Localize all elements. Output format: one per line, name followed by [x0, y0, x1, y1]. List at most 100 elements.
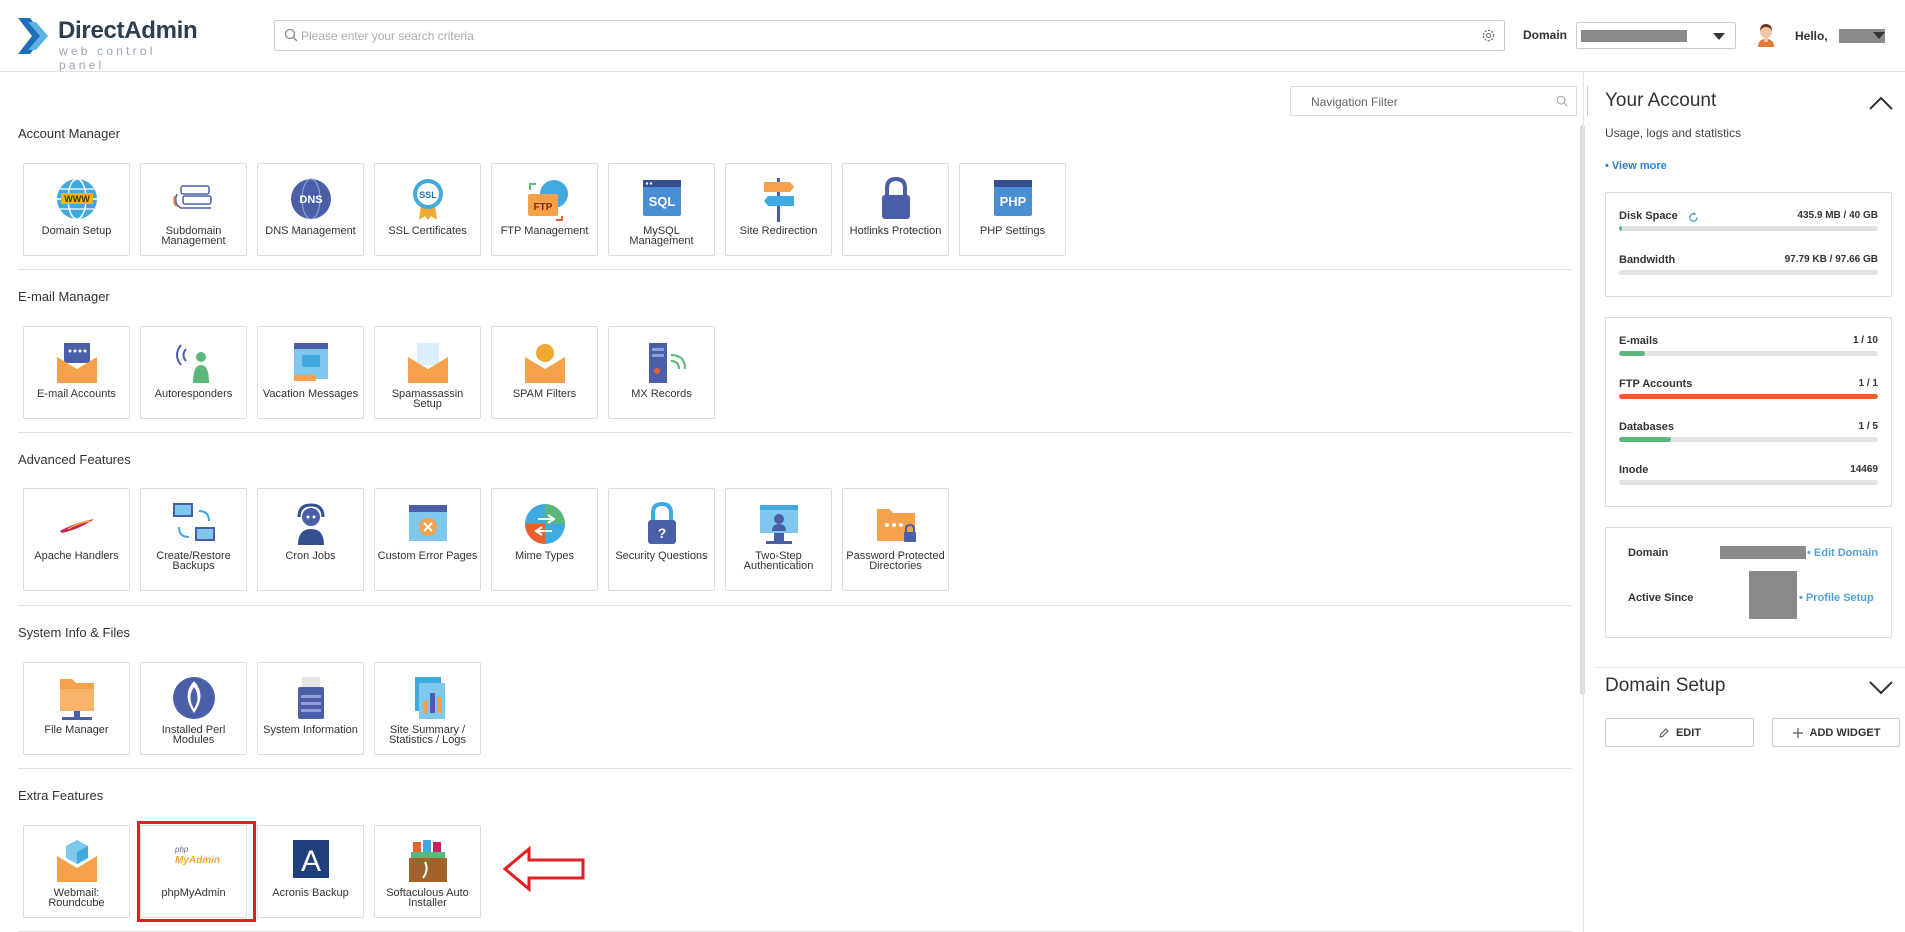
global-search[interactable]	[274, 20, 1505, 51]
broadcast-person-icon	[176, 344, 209, 383]
mysql-window-icon: SQL	[643, 180, 681, 216]
your-account-subtitle: Usage, logs and statistics	[1605, 126, 1742, 140]
stat-value: 1 / 5	[1858, 421, 1878, 432]
tile-autoresponders[interactable]: Autoresponders	[140, 326, 247, 419]
edit-widgets-button[interactable]: EDIT	[1605, 718, 1754, 747]
stat-name: Bandwidth	[1619, 254, 1676, 266]
tile-create-restore-backups[interactable]: Create/Restore Backups	[140, 488, 247, 591]
stat-name: FTP Accounts	[1619, 378, 1693, 390]
tile-spam-filters[interactable]: SPAM Filters	[491, 326, 598, 419]
tile-label: System Information	[263, 724, 358, 736]
tile-apache-handlers[interactable]: Apache Handlers	[23, 488, 130, 591]
user-menu-chevron-icon[interactable]	[1873, 32, 1885, 39]
gear-icon[interactable]	[1481, 28, 1496, 43]
view-more-link[interactable]: • View more	[1605, 160, 1667, 172]
section-account-manager: Account Manager WWW Domain Setup Subdoma…	[18, 123, 1572, 270]
section-title: System Info & Files	[18, 625, 130, 640]
perl-onion-icon	[173, 677, 215, 719]
tile-label: Softaculous Auto Installer	[386, 887, 469, 909]
user-avatar-icon[interactable]	[1755, 22, 1777, 48]
chevron-up-icon[interactable]	[1869, 96, 1893, 110]
right-panel: Your Account Usage, logs and statistics …	[1595, 73, 1905, 932]
navigation-filter[interactable]	[1290, 86, 1577, 116]
phpmyadmin-highlight-box	[137, 821, 256, 922]
tile-email-accounts[interactable]: E-mail Accounts	[23, 326, 130, 419]
tile-php-settings[interactable]: PHP PHP Settings	[959, 163, 1066, 256]
divider	[1595, 667, 1905, 668]
tile-subdomain-management[interactable]: Subdomain Management	[140, 163, 247, 256]
tile-label: Acronis Backup	[272, 887, 349, 899]
databases-fill	[1619, 437, 1671, 442]
tile-ftp-management[interactable]: FTP FTP Management	[491, 163, 598, 256]
tile-mysql-management[interactable]: SQL MySQL Management	[608, 163, 715, 256]
tile-label: Hotlinks Protection	[849, 225, 942, 237]
section-title: Extra Features	[18, 788, 104, 803]
directadmin-logo[interactable]: DirectAdmin web control panel	[18, 16, 198, 72]
search-input[interactable]	[301, 24, 1461, 47]
tile-dns-management[interactable]: DNS DNS Management	[257, 163, 364, 256]
usage-card-storage: Disk Space 435.9 MB / 40 GB Bandwidth 97…	[1605, 192, 1892, 297]
tile-hotlinks-protection[interactable]: Hotlinks Protection	[842, 163, 949, 256]
roundcube-icon	[57, 840, 97, 882]
domain-setup-title: Domain Setup	[1605, 675, 1726, 696]
domain-label: Domain	[1523, 28, 1568, 42]
domain-select[interactable]	[1576, 22, 1736, 49]
tile-custom-error-pages[interactable]: Custom Error Pages	[374, 488, 481, 591]
tile-mime-types[interactable]: Mime Types	[491, 488, 598, 591]
mime-circle-icon	[525, 504, 565, 544]
navigation-filter-input[interactable]	[1311, 91, 1541, 112]
tile-label: Autoresponders	[154, 388, 233, 400]
tile-domain-setup[interactable]: WWW Domain Setup	[23, 163, 130, 256]
tile-label: Cron Jobs	[285, 550, 336, 562]
bandwidth-bar	[1619, 270, 1878, 275]
redacted-domain-name	[1720, 546, 1806, 559]
tile-vacation-messages[interactable]: Vacation Messages	[257, 326, 364, 419]
refresh-icon[interactable]	[1688, 212, 1699, 223]
tile-password-protected-directories[interactable]: Password Protected Directories	[842, 488, 949, 591]
printer-server-icon	[298, 677, 324, 719]
user-greeting[interactable]: Hello,	[1795, 29, 1828, 43]
message-window-icon	[294, 343, 328, 381]
filter-search-icon	[1556, 95, 1568, 107]
tile-cron-jobs[interactable]: Cron Jobs	[257, 488, 364, 591]
tile-ssl-certificates[interactable]: SSL SSL Certificates	[374, 163, 481, 256]
logo-chevron-icon	[18, 18, 48, 54]
your-account-title: Your Account	[1605, 90, 1717, 111]
active-since-label: Active Since	[1628, 592, 1694, 604]
ftp-text: FTP	[534, 202, 553, 213]
tile-mx-records[interactable]: MX Records	[608, 326, 715, 419]
stat-value: 1 / 1	[1858, 378, 1878, 389]
add-widget-button[interactable]: ADD WIDGET	[1772, 718, 1900, 747]
tile-system-information[interactable]: System Information	[257, 662, 364, 755]
edit-domain-link[interactable]: • Edit Domain	[1807, 547, 1878, 559]
folder-icon	[60, 679, 94, 720]
tile-softaculous-auto-installer[interactable]: Softaculous Auto Installer	[374, 825, 481, 918]
stat-name: Inode	[1619, 464, 1649, 476]
tile-acronis-backup[interactable]: A Acronis Backup	[257, 825, 364, 918]
tile-spamassassin-setup[interactable]: Spamassassin Setup	[374, 326, 481, 419]
tile-file-manager[interactable]: File Manager	[23, 662, 130, 755]
tile-webmail-roundcube[interactable]: Webmail: Roundcube	[23, 825, 130, 918]
envelope-letter-icon	[408, 343, 448, 383]
statistics-document-icon	[415, 677, 445, 719]
tile-site-redirection[interactable]: Site Redirection	[725, 163, 832, 256]
tile-installed-perl-modules[interactable]: Installed Perl Modules	[140, 662, 247, 755]
tile-label: FTP Management	[500, 225, 589, 237]
section-advanced-features: Advanced Features Apache Handlers Create…	[18, 449, 1572, 606]
www-text: WWW	[64, 194, 90, 204]
tile-two-step-authentication[interactable]: Two-Step Authentication	[725, 488, 832, 591]
disk-space-fill	[1619, 226, 1622, 231]
pencil-icon	[1659, 727, 1669, 738]
server-signal-icon	[649, 343, 686, 383]
php-text: PHP	[1000, 194, 1027, 209]
tile-site-summary[interactable]: Site Summary / Statistics / Logs	[374, 662, 481, 755]
auth-screen-icon	[760, 505, 798, 544]
emails-bar	[1619, 351, 1878, 356]
svg-text:?: ?	[658, 525, 667, 541]
tile-security-questions[interactable]: ? Security Questions	[608, 488, 715, 591]
brand-name: DirectAdmin	[58, 17, 198, 44]
question-lock-icon: ?	[648, 501, 676, 544]
profile-setup-link[interactable]: • Profile Setup	[1799, 592, 1874, 604]
chevron-down-icon[interactable]	[1869, 681, 1893, 695]
tile-label: SSL Certificates	[388, 225, 467, 237]
